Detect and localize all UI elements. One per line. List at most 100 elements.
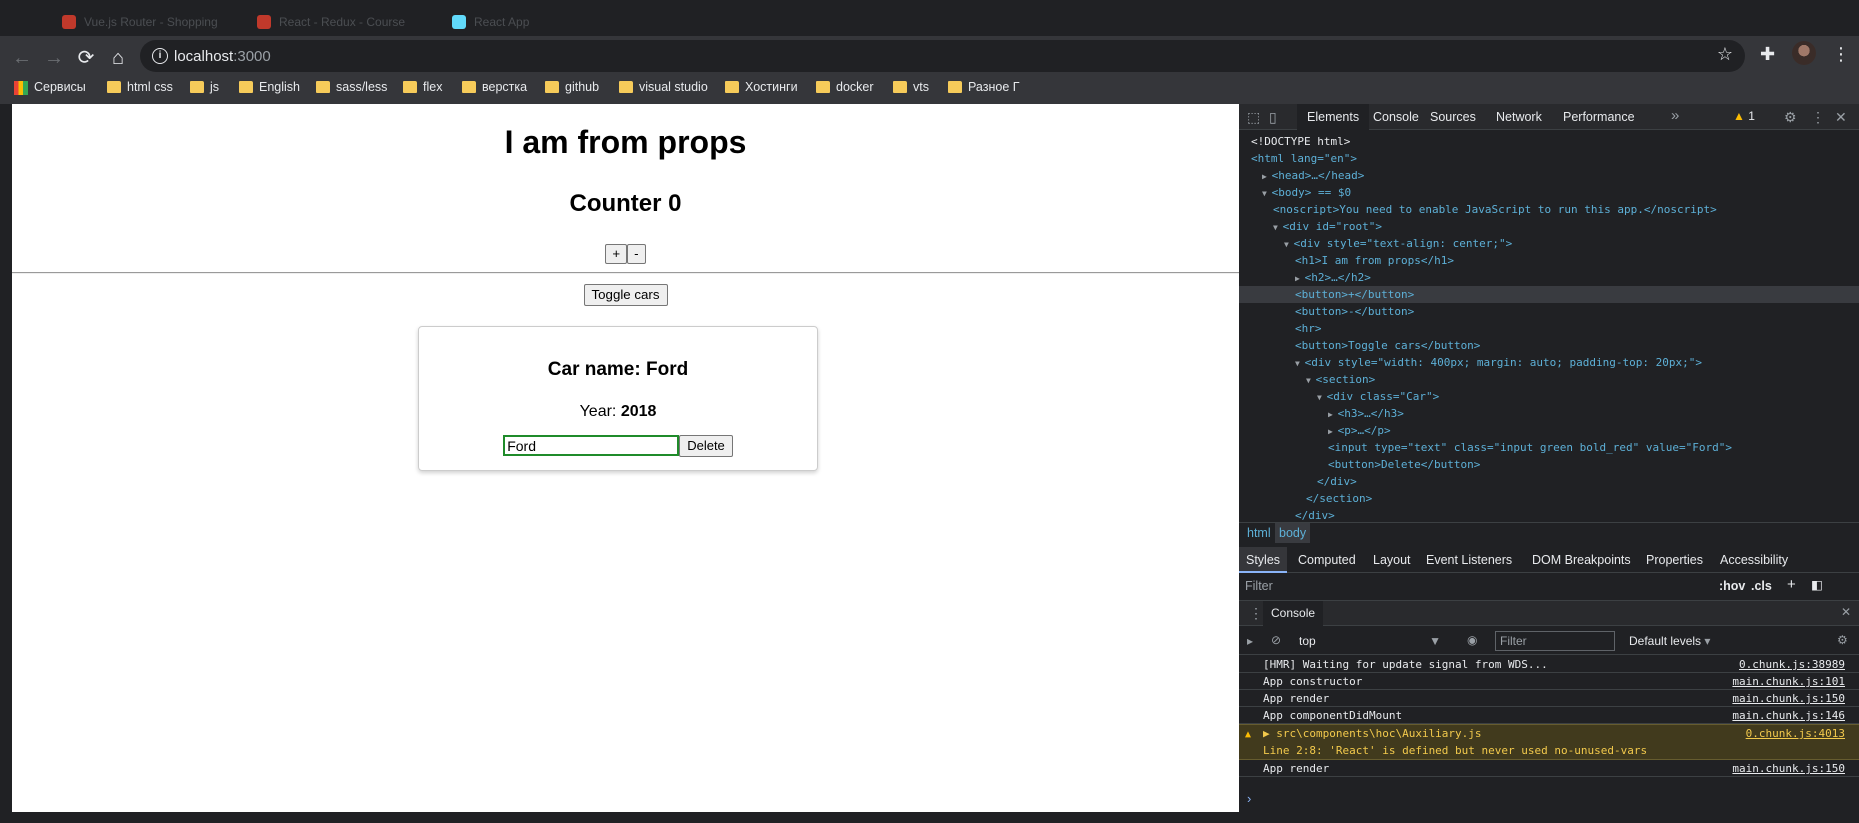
dom-node-line[interactable]: ▶ <head>…</head>	[1262, 167, 1364, 185]
dom-node-line[interactable]: <hr>	[1295, 320, 1322, 337]
tab-elements[interactable]: Elements	[1297, 104, 1370, 130]
bookmark-star-icon[interactable]: ☆	[1717, 44, 1733, 65]
bookmark-github[interactable]: github	[545, 80, 599, 94]
console-log-row[interactable]: [HMR] Waiting for update signal from WDS…	[1239, 656, 1859, 673]
console-source-link[interactable]: 0.chunk.js:4013	[1746, 725, 1845, 742]
dom-node-line[interactable]: <input type="text" class="input green bo…	[1328, 439, 1732, 456]
console-log-row[interactable]: App constructor main.chunk.js:101	[1239, 673, 1859, 690]
more-tabs-icon[interactable]: »	[1671, 107, 1679, 124]
tab-accessibility[interactable]: Accessibility	[1713, 547, 1795, 573]
avatar[interactable]	[1792, 41, 1816, 65]
console-log-row[interactable]: App componentDidMount main.chunk.js:146	[1239, 707, 1859, 724]
dom-node-line[interactable]: ▼ <div style="width: 400px; margin: auto…	[1295, 354, 1702, 372]
breadcrumb-html[interactable]: html	[1247, 526, 1271, 540]
bookmark-sass-less[interactable]: sass/less	[316, 80, 387, 94]
expanded-arrow-icon[interactable]: ▼	[1262, 189, 1272, 198]
tab-sources[interactable]: Sources	[1420, 104, 1486, 130]
bookmark-hosting[interactable]: Хостинги	[725, 80, 798, 94]
close-drawer-icon[interactable]: ✕	[1841, 605, 1851, 619]
bookmark-flex[interactable]: flex	[403, 80, 442, 94]
tab-console[interactable]: Console	[1363, 104, 1429, 130]
site-info-icon[interactable]: i	[152, 48, 168, 64]
expanded-arrow-icon[interactable]: ▼	[1295, 359, 1305, 368]
car-name-input[interactable]: Ford	[503, 435, 680, 456]
inspect-element-icon[interactable]: ⬚	[1247, 109, 1260, 126]
url-text[interactable]: localhost:3000	[174, 48, 271, 65]
extensions-icon[interactable]: ✚	[1760, 44, 1775, 65]
dom-node-line[interactable]: ▶ <p>…</p>	[1328, 422, 1391, 440]
collapsed-arrow-icon[interactable]: ▶	[1328, 427, 1338, 436]
warning-count[interactable]: ▲ 1	[1733, 109, 1755, 123]
close-devtools-icon[interactable]: ✕	[1835, 109, 1847, 126]
bookmark-english[interactable]: English	[239, 80, 300, 94]
console-source-link[interactable]: 0.chunk.js:38989	[1739, 656, 1845, 673]
dom-node-line[interactable]: ▼ <div style="text-align: center;">	[1284, 235, 1512, 253]
context-select[interactable]: top ▼	[1299, 631, 1449, 651]
expanded-arrow-icon[interactable]: ▼	[1306, 376, 1316, 385]
styles-filter-input[interactable]: Filter	[1245, 579, 1273, 593]
device-toolbar-icon[interactable]: ▯	[1269, 109, 1277, 126]
dom-node-line[interactable]: <noscript>You need to enable JavaScript …	[1273, 201, 1717, 218]
back-icon[interactable]: ←	[8, 44, 36, 72]
console-source-link[interactable]: main.chunk.js:146	[1732, 707, 1845, 724]
bookmark-services[interactable]: Сервисы	[14, 80, 86, 95]
breadcrumb-body[interactable]: body	[1275, 523, 1311, 543]
hov-toggle[interactable]: :hov	[1719, 579, 1745, 593]
dom-node-line[interactable]: ▼ <body> == $0	[1262, 184, 1351, 202]
dom-node-line[interactable]: <button>Toggle cars</button>	[1295, 337, 1480, 354]
collapsed-arrow-icon[interactable]: ▶	[1262, 172, 1272, 181]
log-levels-select[interactable]: Default levels ▾	[1629, 634, 1710, 648]
console-source-link[interactable]: main.chunk.js:150	[1732, 690, 1845, 707]
dom-node-line[interactable]: ▶ <h2>…</h2>	[1295, 269, 1371, 287]
clear-console-icon[interactable]: ⊘	[1271, 633, 1281, 647]
bookmark-vts[interactable]: vts	[893, 80, 929, 94]
add-rule-icon[interactable]: +	[1787, 576, 1796, 593]
drawer-menu-icon[interactable]: ⋮	[1249, 605, 1263, 622]
browser-tab[interactable]: React App	[440, 8, 630, 36]
dom-node-line[interactable]: ▼ <div id="root">	[1273, 218, 1382, 236]
console-settings-gear-icon[interactable]: ⚙	[1837, 633, 1848, 647]
tab-computed[interactable]: Computed	[1291, 547, 1363, 573]
expanded-arrow-icon[interactable]: ▼	[1317, 393, 1327, 402]
tab-layout[interactable]: Layout	[1366, 547, 1418, 573]
increment-button[interactable]: +	[605, 244, 628, 264]
dom-node-line[interactable]: </div>	[1317, 473, 1357, 490]
home-icon[interactable]: ⌂	[104, 44, 132, 72]
console-drawer-tab[interactable]: Console	[1263, 601, 1324, 626]
console-log-row[interactable]: App render main.chunk.js:150	[1239, 760, 1859, 777]
dom-node-line[interactable]: <button>+</button>	[1295, 286, 1414, 303]
dom-node-line[interactable]: </section>	[1306, 490, 1372, 507]
console-source-link[interactable]: main.chunk.js:150	[1732, 760, 1845, 777]
tab-event-listeners[interactable]: Event Listeners	[1419, 547, 1519, 573]
console-log-row[interactable]: App render main.chunk.js:150	[1239, 690, 1859, 707]
address-bar[interactable]: i localhost:3000 ☆	[140, 40, 1745, 72]
menu-kebab-icon[interactable]: ⋮	[1832, 44, 1850, 65]
console-filter-input[interactable]: Filter	[1495, 631, 1615, 651]
collapsed-arrow-icon[interactable]: ▶	[1295, 274, 1305, 283]
expanded-arrow-icon[interactable]: ▼	[1273, 223, 1283, 232]
reload-icon[interactable]: ⟳	[72, 44, 100, 72]
bookmark-html-css[interactable]: html css	[107, 80, 173, 94]
bookmark-docker[interactable]: docker	[816, 80, 874, 94]
bookmark-js[interactable]: js	[190, 80, 219, 94]
console-source-link[interactable]: main.chunk.js:101	[1732, 673, 1845, 690]
live-expression-eye-icon[interactable]: ◉	[1467, 633, 1477, 647]
bookmark-verstka[interactable]: верстка	[462, 80, 527, 94]
console-warning-row[interactable]: ▲ ▶ src\components\hoc\Auxiliary.js Line 2…	[1239, 724, 1859, 760]
dom-node-line[interactable]: ▼ <section>	[1306, 371, 1375, 389]
browser-tab[interactable]: Vue.js Router - Shopping	[50, 8, 240, 36]
dom-node-line[interactable]: <html lang="en">	[1251, 150, 1357, 167]
settings-gear-icon[interactable]: ⚙	[1784, 109, 1797, 126]
console-prompt[interactable]: ›	[1247, 791, 1251, 806]
decrement-button[interactable]: -	[627, 244, 646, 264]
cls-toggle[interactable]: .cls	[1751, 579, 1772, 593]
dom-node-line[interactable]: <h1>I am from props</h1>	[1295, 252, 1454, 269]
tab-styles[interactable]: Styles	[1239, 547, 1288, 573]
devtools-menu-icon[interactable]: ⋮	[1811, 109, 1825, 126]
dom-node-line[interactable]: <!DOCTYPE html>	[1251, 133, 1350, 150]
bookmark-misc[interactable]: Разное Г	[948, 80, 1020, 94]
tab-properties[interactable]: Properties	[1639, 547, 1710, 573]
dom-node-line[interactable]: ▶ <h3>…</h3>	[1328, 405, 1404, 423]
dom-node-line[interactable]: <button>-</button>	[1295, 303, 1414, 320]
collapsed-arrow-icon[interactable]: ▶	[1328, 410, 1338, 419]
